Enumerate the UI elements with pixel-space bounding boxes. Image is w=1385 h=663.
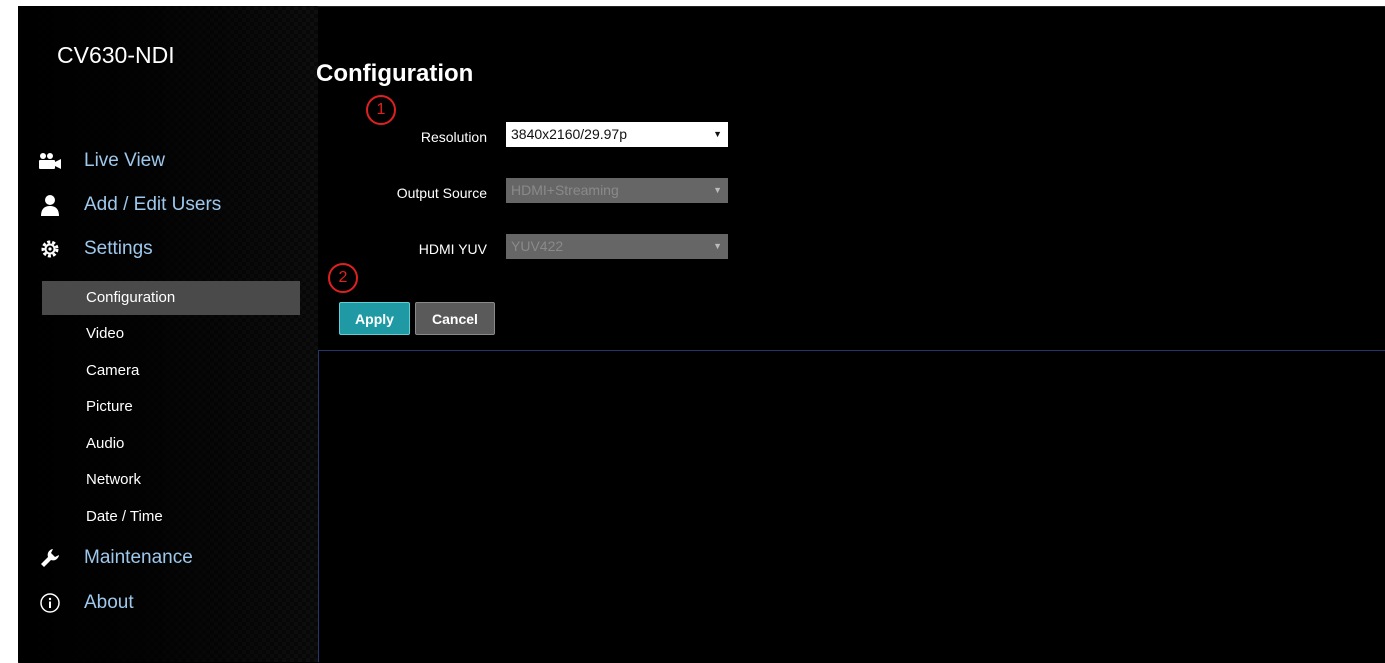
page-title: Configuration bbox=[316, 60, 474, 87]
sidebar-item-live-view[interactable]: Live View bbox=[38, 146, 165, 176]
sidebar-item-label: Add / Edit Users bbox=[84, 194, 222, 215]
gear-icon bbox=[38, 237, 62, 261]
sidebar-item-label: About bbox=[84, 592, 134, 613]
sidebar-item-label: Live View bbox=[84, 150, 165, 171]
annotation-marker-1: 1 bbox=[366, 95, 396, 125]
apply-button[interactable]: Apply bbox=[339, 302, 410, 335]
hdmi-yuv-value: YUV422 bbox=[511, 238, 564, 254]
video-preview-area bbox=[318, 350, 1385, 662]
info-icon bbox=[38, 591, 62, 615]
resolution-label: Resolution bbox=[420, 129, 487, 145]
sidebar-subitem-video[interactable]: Video bbox=[42, 317, 300, 351]
sidebar-subitem-configuration[interactable]: Configuration bbox=[42, 281, 300, 315]
user-icon bbox=[38, 193, 62, 217]
dropdown-arrow-icon: ▼ bbox=[713, 185, 722, 195]
sidebar-subitem-camera[interactable]: Camera bbox=[42, 354, 300, 388]
cancel-button[interactable]: Cancel bbox=[415, 302, 495, 335]
dropdown-arrow-icon: ▼ bbox=[713, 129, 722, 139]
output-source-select[interactable]: HDMI+Streaming ▼ bbox=[506, 178, 728, 203]
app-title: CV630-NDI bbox=[57, 42, 175, 68]
output-source-label: Output Source bbox=[396, 185, 487, 201]
sidebar-item-label: Settings bbox=[84, 238, 153, 259]
sidebar-item-about[interactable]: About bbox=[38, 588, 134, 618]
sidebar-item-label: Maintenance bbox=[84, 547, 193, 568]
hdmi-yuv-select[interactable]: YUV422 ▼ bbox=[506, 234, 728, 259]
sidebar-subitem-picture[interactable]: Picture bbox=[42, 390, 300, 424]
wrench-icon bbox=[38, 546, 62, 570]
annotation-marker-2: 2 bbox=[328, 263, 358, 293]
sidebar-subitem-network[interactable]: Network bbox=[42, 463, 300, 497]
sidebar-subitem-date-time[interactable]: Date / Time bbox=[42, 500, 300, 534]
resolution-select[interactable]: 3840x2160/29.97p ▼ bbox=[506, 122, 728, 147]
resolution-value: 3840x2160/29.97p bbox=[511, 126, 627, 142]
sidebar-subitem-audio[interactable]: Audio bbox=[42, 427, 300, 461]
dropdown-arrow-icon: ▼ bbox=[713, 241, 722, 251]
sidebar-item-maintenance[interactable]: Maintenance bbox=[38, 543, 193, 573]
hdmi-yuv-label: HDMI YUV bbox=[418, 241, 487, 257]
camera-icon bbox=[38, 149, 62, 173]
output-source-value: HDMI+Streaming bbox=[511, 182, 619, 198]
sidebar-item-settings[interactable]: Settings bbox=[38, 234, 153, 264]
sidebar-item-add-edit-users[interactable]: Add / Edit Users bbox=[38, 190, 221, 220]
